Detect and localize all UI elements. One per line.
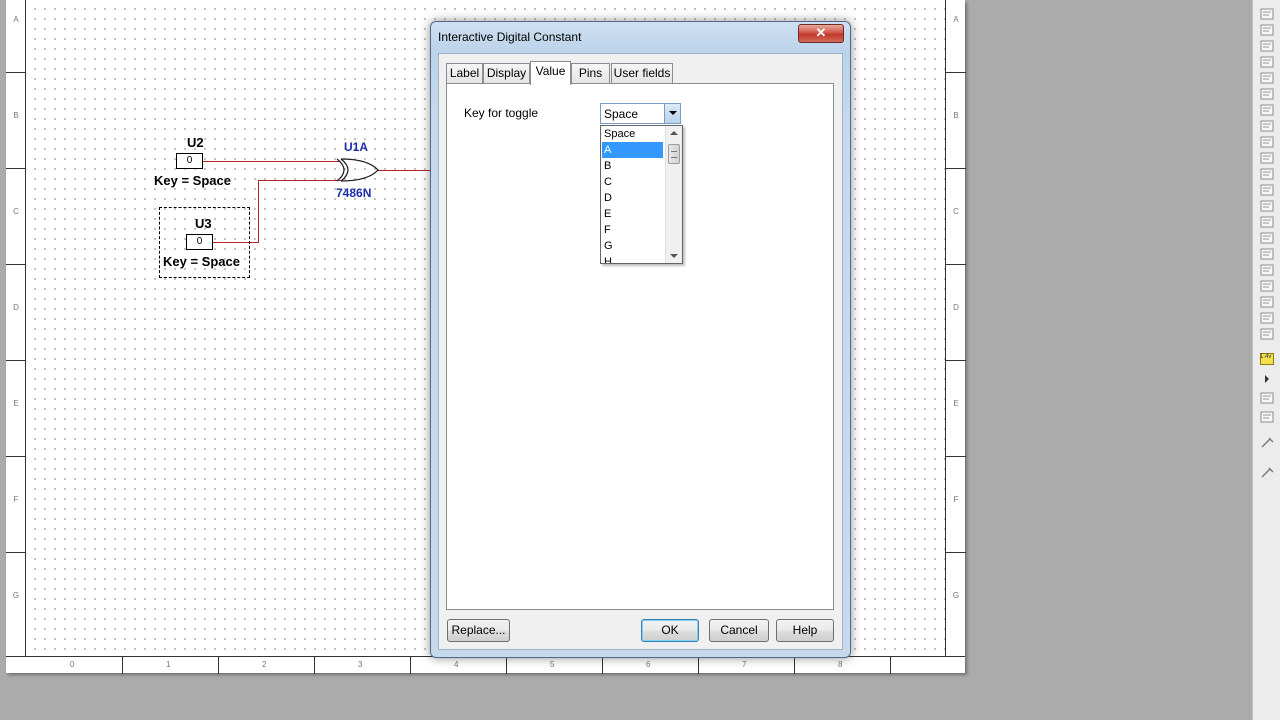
meter-label: 1.4v — [1260, 354, 1272, 360]
help-button[interactable]: Help — [776, 619, 834, 642]
dropdown-scrollbar[interactable] — [665, 126, 682, 263]
component-icon[interactable] — [1259, 311, 1275, 324]
dropdown-option[interactable]: B — [602, 158, 663, 174]
component-icon[interactable] — [1259, 247, 1275, 260]
component-icon[interactable] — [1259, 231, 1275, 244]
tab-user-fields[interactable]: User fields — [611, 63, 673, 84]
component-icon[interactable] — [1259, 215, 1275, 228]
component-icon[interactable] — [1259, 295, 1275, 308]
key-dropdown-list[interactable]: Space A B C D E F G H — [600, 125, 683, 264]
u3-key-label: Key = Space — [163, 254, 240, 269]
component-icon[interactable] — [1259, 151, 1275, 164]
interactive-digital-constant-dialog: Interactive Digital Constant ✕ Label Dis… — [430, 21, 851, 658]
gate-ref-label: U1A — [344, 140, 369, 154]
component-icon[interactable] — [1259, 167, 1275, 180]
component-icon[interactable] — [1259, 103, 1275, 116]
tab-value[interactable]: Value — [530, 61, 571, 85]
key-select-value: Space — [604, 107, 639, 121]
dropdown-option-highlighted[interactable]: A — [602, 142, 663, 158]
dropdown-option[interactable]: C — [602, 174, 663, 190]
component-icon[interactable] — [1259, 119, 1275, 132]
u2-key-label: Key = Space — [154, 173, 231, 188]
key-for-toggle-select[interactable]: Space — [600, 103, 681, 124]
u3-constant-box[interactable]: 0 — [186, 234, 213, 250]
component-icon[interactable] — [1259, 263, 1275, 276]
dropdown-option[interactable]: E — [602, 206, 663, 222]
ok-button[interactable]: OK — [641, 619, 699, 642]
component-icon[interactable] — [1259, 279, 1275, 292]
scrollbar-thumb[interactable] — [668, 144, 680, 164]
tab-display[interactable]: Display — [483, 63, 530, 84]
dialog-title: Interactive Digital Constant — [438, 30, 582, 44]
dropdown-option[interactable]: D — [602, 190, 663, 206]
chevron-down-icon[interactable] — [664, 104, 680, 123]
component-icon[interactable] — [1259, 7, 1275, 20]
component-icon[interactable] — [1259, 199, 1275, 212]
voltmeter-icon[interactable]: 1.4v — [1259, 352, 1275, 365]
component-icon[interactable] — [1259, 410, 1275, 423]
replace-button[interactable]: Replace... — [447, 619, 510, 642]
instruments-toolbar: 1.4v — [1252, 0, 1280, 720]
component-icon[interactable] — [1259, 55, 1275, 68]
u2-constant-box[interactable]: 0 — [176, 153, 203, 169]
component-icon[interactable] — [1259, 135, 1275, 148]
probe-icon[interactable] — [1259, 466, 1275, 479]
gate-part-label: 7486N — [336, 186, 372, 200]
close-button[interactable]: ✕ — [798, 24, 844, 43]
component-icon[interactable] — [1259, 23, 1275, 36]
scroll-up-icon[interactable] — [670, 131, 678, 135]
tab-label[interactable]: Label — [446, 63, 483, 84]
component-icon[interactable] — [1259, 87, 1275, 100]
value-tab-panel: Key for toggle Space Space A B C D E F G… — [446, 83, 834, 610]
cancel-button[interactable]: Cancel — [709, 619, 769, 642]
u2-ref-label: U2 — [187, 135, 204, 150]
dropdown-option[interactable]: G — [602, 238, 663, 254]
tab-pins[interactable]: Pins — [571, 63, 610, 84]
dropdown-option[interactable]: F — [602, 222, 663, 238]
arrow-icon[interactable] — [1259, 372, 1275, 385]
dropdown-option[interactable]: Space — [602, 126, 663, 142]
component-icon[interactable] — [1259, 39, 1275, 52]
key-for-toggle-label: Key for toggle — [464, 106, 539, 120]
component-icon[interactable] — [1259, 391, 1275, 404]
scroll-down-icon[interactable] — [670, 254, 678, 258]
u3-ref-label: U3 — [195, 216, 212, 231]
component-icon[interactable] — [1259, 183, 1275, 196]
probe-icon[interactable] — [1259, 436, 1275, 449]
dropdown-option[interactable]: H — [602, 254, 663, 263]
component-icon[interactable] — [1259, 71, 1275, 84]
component-icon[interactable] — [1259, 327, 1275, 340]
dialog-body: Label Display Value Pins User fields Key… — [438, 53, 843, 650]
